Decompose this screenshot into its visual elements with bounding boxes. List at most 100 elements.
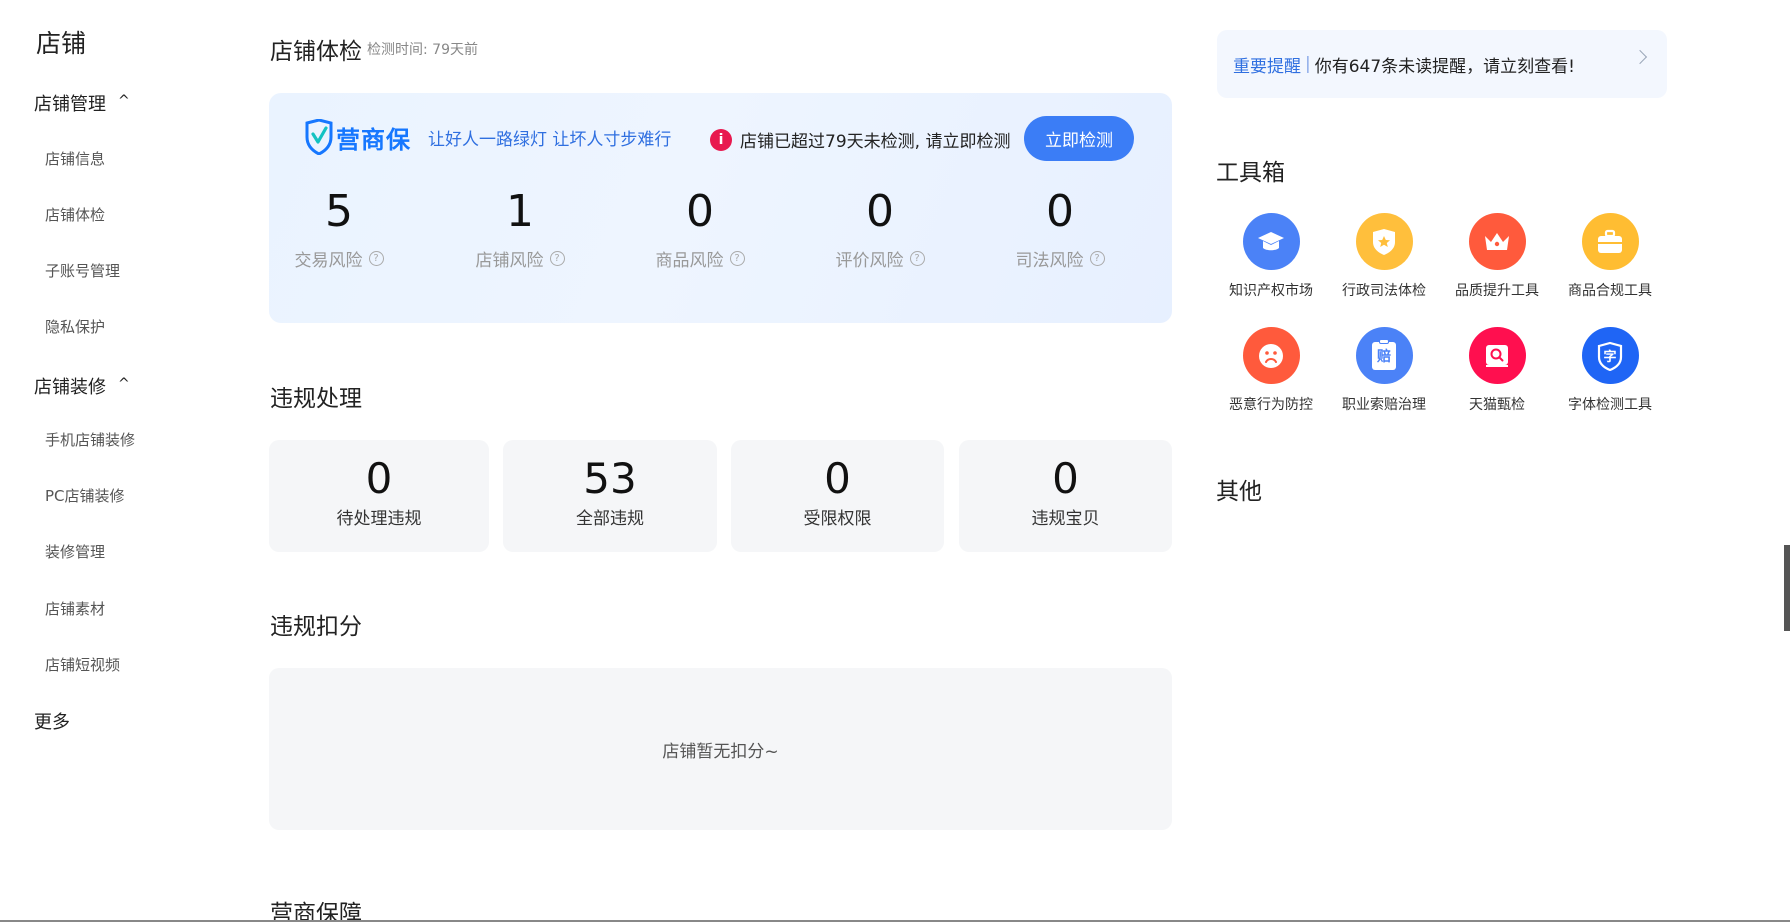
help-icon[interactable]: ? — [1089, 251, 1105, 267]
help-icon[interactable]: ? — [368, 251, 384, 267]
tool-tmall-check[interactable]: 天猫甄检 — [1442, 327, 1552, 414]
violation-label: 待处理违规 — [336, 509, 422, 530]
shield-glyph: 字 — [1603, 350, 1617, 365]
logo-text: 营商保 — [336, 125, 411, 154]
notice-separator: | — [1305, 54, 1311, 74]
notice-tag: 重要提醒 — [1233, 56, 1301, 77]
risk-review[interactable]: 0 评价风险? — [800, 186, 960, 271]
violation-value: 0 — [824, 454, 851, 503]
chevron-up-icon: ^ — [118, 93, 130, 109]
risk-label: 司法风险? — [980, 246, 1140, 271]
sidebar-title: 店铺 — [36, 29, 87, 58]
sidebar-group-shop-decoration[interactable]: 店铺装修 ^ — [34, 373, 130, 399]
tool-compliance[interactable]: 商品合规工具 — [1555, 213, 1665, 300]
sidebar-group-label: 店铺管理 — [34, 94, 106, 115]
help-icon[interactable]: ? — [909, 251, 925, 267]
sidebar-item-sub-accounts[interactable]: 子账号管理 — [45, 260, 120, 281]
sidebar-item-pc-decoration[interactable]: PC店铺装修 — [45, 485, 125, 506]
risk-label: 店铺风险? — [440, 246, 600, 271]
risk-label: 商品风险? — [620, 246, 780, 271]
risk-label: 交易风险? — [269, 246, 419, 271]
sidebar-item-shop-info[interactable]: 店铺信息 — [45, 148, 105, 169]
check-now-button[interactable]: 立即检测 — [1024, 116, 1134, 161]
risk-product[interactable]: 0 商品风险? — [620, 186, 780, 271]
help-icon[interactable]: ? — [549, 251, 565, 267]
violation-value: 53 — [583, 454, 637, 503]
violation-all[interactable]: 53 全部违规 — [503, 440, 717, 552]
tool-font-check[interactable]: 字 字体检测工具 — [1555, 327, 1665, 414]
violation-value: 0 — [365, 454, 393, 503]
violation-pending[interactable]: 0 待处理违规 — [269, 440, 489, 552]
window-edge-scrollbar[interactable] — [1784, 545, 1790, 631]
warning-message: i 店铺已超过79天未检测, 请立即检测 — [710, 127, 1010, 152]
risk-value: 0 — [1046, 186, 1074, 237]
sad-face-icon — [1242, 327, 1300, 384]
info-icon: i — [710, 128, 732, 151]
sidebar-group-shop-management[interactable]: 店铺管理 ^ — [34, 90, 130, 116]
section-title-guarantee: 营商保障 — [270, 901, 362, 922]
sidebar-group-label: 店铺装修 — [34, 377, 106, 398]
tool-ip-market[interactable]: 知识产权市场 — [1216, 213, 1326, 300]
sidebar-item-mobile-decoration[interactable]: 手机店铺装修 — [45, 429, 135, 450]
toolbox-title: 工具箱 — [1216, 160, 1285, 186]
violation-label: 受限权限 — [803, 509, 872, 530]
sidebar-item-shop-materials[interactable]: 店铺素材 — [45, 598, 105, 619]
risk-shop[interactable]: 1 店铺风险? — [440, 186, 600, 271]
health-card: 营商保 让好人一路绿灯 让坏人寸步难行 i 店铺已超过79天未检测, 请立即检测… — [269, 93, 1172, 323]
risk-label-text: 评价风险 — [835, 251, 904, 272]
tool-label: 行政司法体检 — [1342, 283, 1426, 299]
violation-label: 违规宝贝 — [1031, 509, 1100, 530]
risk-value: 1 — [506, 186, 534, 237]
sidebar-item-privacy[interactable]: 隐私保护 — [45, 316, 105, 337]
sidebar: 店铺 店铺管理 ^ 店铺信息 店铺体检 子账号管理 隐私保护 店铺装修 ^ 手机… — [0, 0, 230, 922]
tool-label: 知识产权市场 — [1229, 283, 1313, 299]
tool-claim-governance[interactable]: 赔 职业索赔治理 — [1329, 327, 1439, 414]
tool-label: 商品合规工具 — [1568, 283, 1652, 299]
violation-items[interactable]: 0 违规宝贝 — [959, 440, 1172, 552]
badge-star-icon — [1355, 213, 1413, 270]
sidebar-item-more[interactable]: 更多 — [34, 708, 70, 734]
graduation-cap-icon — [1242, 213, 1300, 270]
slogan: 让好人一路绿灯 让坏人寸步难行 — [428, 130, 672, 150]
chevron-up-icon: ^ — [118, 376, 130, 392]
shield-logo-icon — [305, 119, 333, 155]
help-icon[interactable]: ? — [729, 251, 745, 267]
clipboard-glyph: 赔 — [1377, 348, 1391, 365]
sidebar-item-shop-health[interactable]: 店铺体检 — [45, 204, 105, 225]
check-time: 检测时间: 79天前 — [367, 42, 478, 58]
section-title-deduction: 违规扣分 — [270, 614, 362, 640]
risk-label-text: 交易风险 — [294, 251, 363, 272]
section-title-violation: 违规处理 — [270, 386, 362, 412]
briefcase-icon — [1581, 213, 1639, 270]
tool-admin-judicial[interactable]: 行政司法体检 — [1329, 213, 1439, 300]
tool-label: 品质提升工具 — [1455, 283, 1539, 299]
important-notice[interactable]: 重要提醒 | 你有647条未读提醒，请立刻查看! — [1217, 30, 1667, 98]
risk-value: 0 — [866, 186, 894, 237]
notice-text: 你有647条未读提醒，请立刻查看! — [1314, 56, 1575, 77]
chevron-right-icon — [1632, 49, 1648, 65]
violation-label: 全部违规 — [576, 509, 644, 530]
tool-label: 天猫甄检 — [1469, 397, 1525, 413]
risk-label-text: 商品风险 — [655, 251, 724, 272]
page-title: 店铺体检 — [270, 39, 362, 65]
risk-value: 5 — [325, 186, 353, 237]
risk-judicial[interactable]: 0 司法风险? — [980, 186, 1140, 271]
tool-malicious-control[interactable]: 恶意行为防控 — [1216, 327, 1326, 414]
violation-value: 0 — [1052, 454, 1079, 503]
risk-trade[interactable]: 5 交易风险? — [269, 186, 419, 271]
tool-label: 字体检测工具 — [1568, 397, 1652, 413]
risk-label-text: 司法风险 — [1015, 251, 1084, 272]
tool-quality[interactable]: 品质提升工具 — [1442, 213, 1552, 300]
risk-label-text: 店铺风险 — [475, 251, 544, 272]
logo: 营商保 — [305, 119, 411, 155]
sidebar-item-decoration-management[interactable]: 装修管理 — [45, 541, 105, 562]
sidebar-item-short-video[interactable]: 店铺短视频 — [45, 654, 120, 675]
tool-label: 恶意行为防控 — [1229, 397, 1313, 413]
risk-label: 评价风险? — [800, 246, 960, 271]
tool-label: 职业索赔治理 — [1342, 397, 1426, 413]
risk-value: 0 — [686, 186, 714, 237]
search-shop-icon — [1468, 327, 1526, 384]
warning-text: 店铺已超过79天未检测, 请立即检测 — [740, 132, 1011, 152]
violation-restricted[interactable]: 0 受限权限 — [731, 440, 944, 552]
shield-font-icon: 字 — [1581, 327, 1639, 384]
